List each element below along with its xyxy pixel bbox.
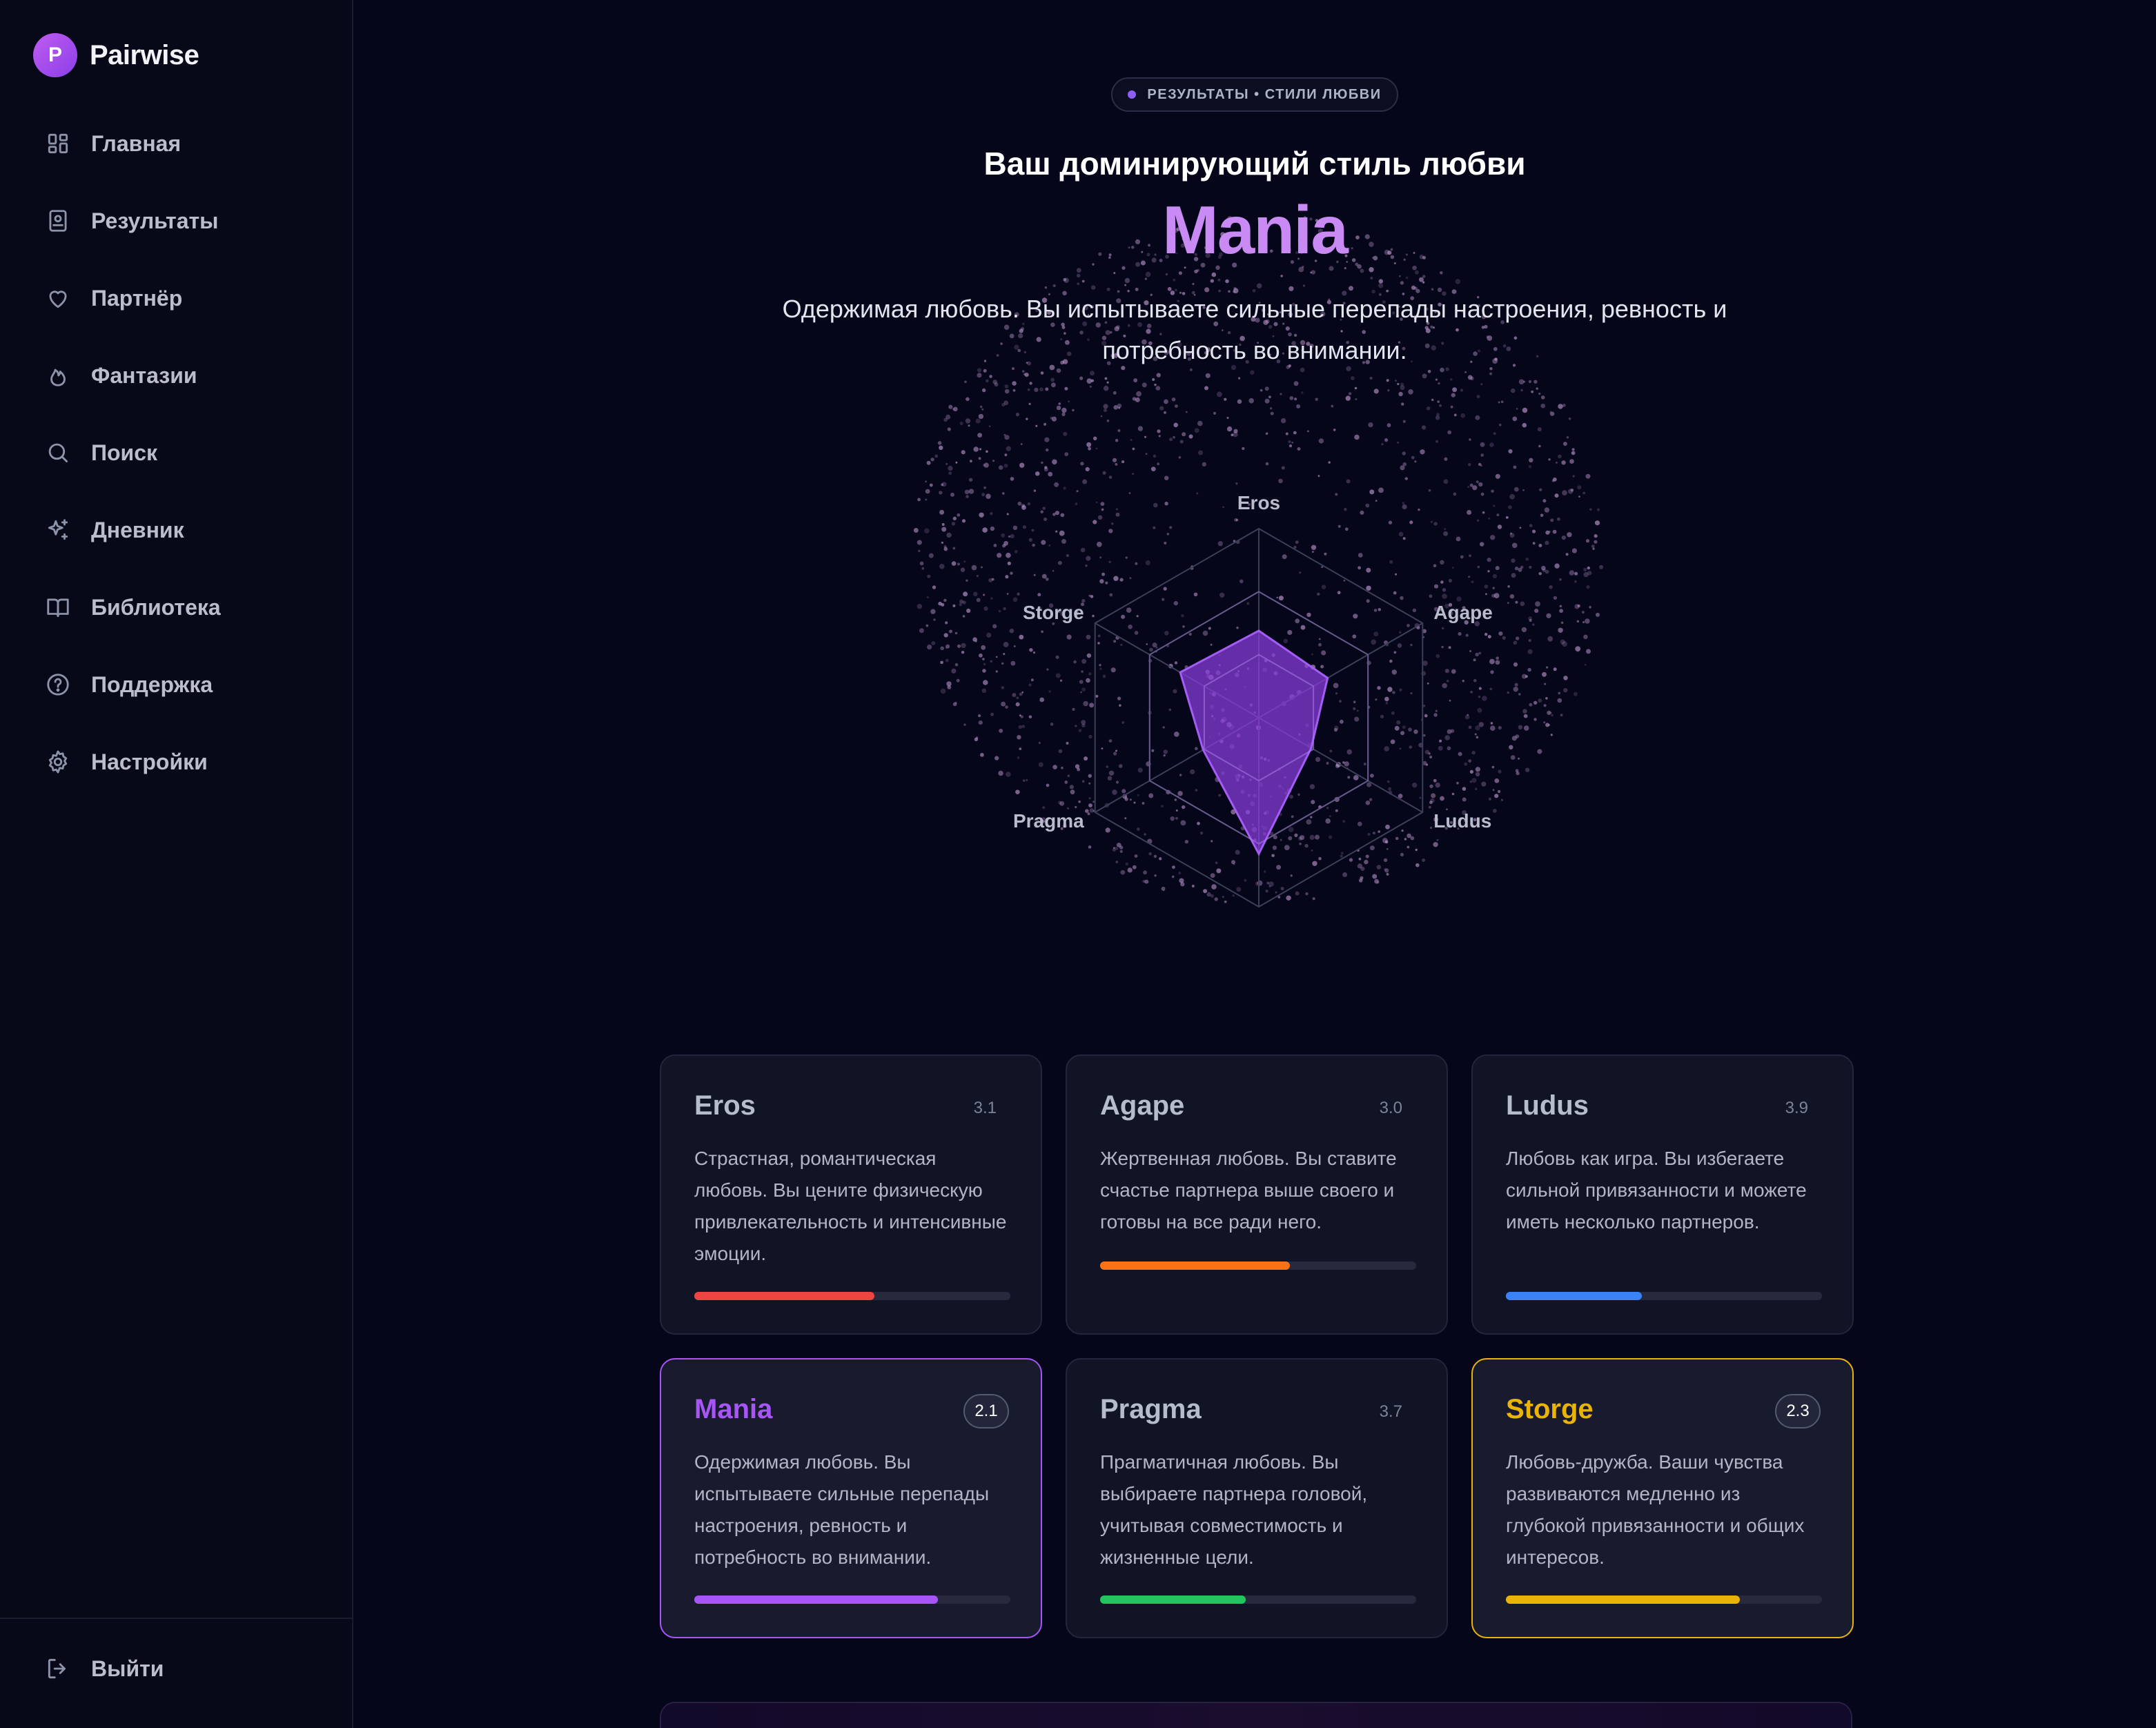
sidebar-item-label: Дневник (91, 517, 184, 542)
sidebar-item-label: Результаты (91, 208, 219, 233)
sidebar-item-1[interactable]: Главная (0, 105, 352, 182)
card-title: Storge (1506, 1394, 1594, 1424)
sidebar-item-3[interactable]: Партнёр (0, 259, 352, 337)
score-bar-fill (1100, 1261, 1290, 1270)
score-bar (694, 1596, 1010, 1604)
sidebar-item-label: Главная (91, 130, 182, 156)
logout-label: Выйти (91, 1656, 164, 1681)
sparkles-icon (44, 516, 72, 544)
sidebar-item-5[interactable]: Поиск (0, 414, 352, 491)
sidebar-item-label: Фантазии (91, 362, 197, 388)
card-description: Любовь-дружба. Ваши чувства развиваются … (1506, 1451, 1805, 1568)
card-title: Pragma (1100, 1394, 1202, 1424)
sidebar-nav: Главная Результаты Партнёр Фантазии Поиск Дне… (0, 105, 352, 801)
score-bar-fill (694, 1292, 875, 1300)
book-icon (44, 593, 72, 621)
section-pill: РЕЗУЛЬТАТЫ • СТИЛИ ЛЮБВИ (1111, 77, 1398, 112)
score-bar-fill (1100, 1596, 1246, 1604)
logout-button[interactable]: Выйти (44, 1655, 164, 1682)
sidebar-item-8[interactable]: Поддержка (0, 646, 352, 723)
pill-dot (1128, 90, 1137, 99)
card-title: Agape (1100, 1090, 1185, 1121)
style-card-mania[interactable]: Mania 2.1 Одержимая любовь. Вы испытываете… (660, 1358, 1042, 1638)
sidebar-item-label: Настройки (91, 749, 208, 774)
card-description: Прагматичная любовь. Вы выбираете партне… (1100, 1451, 1368, 1568)
brand[interactable]: P Pairwise (33, 33, 199, 77)
sidebar-item-9[interactable]: Настройки (0, 723, 352, 801)
card-score: 2.3 (1775, 1394, 1821, 1428)
score-bar-fill (1506, 1596, 1740, 1604)
grid-icon (44, 130, 72, 157)
card-description: Страстная, романтическая любовь. Вы цени… (694, 1148, 1007, 1264)
report-icon (44, 207, 72, 235)
sidebar-item-2[interactable]: Результаты (0, 182, 352, 259)
sidebar-item-label: Поддержка (91, 671, 213, 697)
radar-axis-label: Eros (1237, 492, 1280, 513)
heart-icon (44, 284, 72, 312)
score-bar (1100, 1261, 1416, 1270)
score-bar (1506, 1596, 1822, 1604)
style-card-agape[interactable]: Agape 3.0 Жертвенная любовь. Вы ставите сч… (1066, 1054, 1448, 1335)
sidebar-item-label: Партнёр (91, 285, 183, 311)
card-score: 3.7 (1379, 1402, 1402, 1421)
score-bar (694, 1292, 1010, 1300)
radar-axis-label: Ludus (1433, 810, 1491, 832)
brand-logo: P (33, 33, 77, 77)
card-description: Любовь как игра. Вы избегаете сильной пр… (1506, 1148, 1807, 1233)
radar-shape (1179, 629, 1329, 856)
sidebar-item-6[interactable]: Дневник (0, 491, 352, 569)
sidebar-item-4[interactable]: Фантазии (0, 337, 352, 414)
pill-text: РЕЗУЛЬТАТЫ • СТИЛИ ЛЮБВИ (1147, 86, 1382, 102)
logout-icon (44, 1655, 72, 1682)
radar-axis-label: Agape (1433, 602, 1493, 623)
bottom-panel (660, 1702, 1852, 1728)
help-circle-icon (44, 671, 72, 698)
card-score: 3.0 (1379, 1099, 1402, 1117)
style-card-eros[interactable]: Eros 3.1 Страстная, романтическая любовь. … (660, 1054, 1042, 1335)
card-score: 3.9 (1785, 1099, 1808, 1117)
score-bar (1100, 1596, 1416, 1604)
hero-description: Одержимая любовь. Вы испытываете сильные… (782, 295, 1727, 364)
card-title: Ludus (1506, 1090, 1589, 1121)
radar-axis-label: Pragma (1013, 810, 1084, 832)
radar-axis-label: Storge (1023, 602, 1084, 623)
gear-icon (44, 748, 72, 776)
style-card-storge[interactable]: Storge 2.3 Любовь-дружба. Ваши чувства раз… (1471, 1358, 1854, 1638)
sidebar-item-label: Библиотека (91, 594, 221, 620)
card-score: 3.1 (973, 1099, 997, 1117)
flame-icon (44, 362, 72, 389)
sidebar-item-7[interactable]: Библиотека (0, 569, 352, 646)
search-icon (44, 439, 72, 467)
score-bar (1506, 1292, 1822, 1300)
score-bar-fill (694, 1596, 938, 1604)
card-score: 2.1 (963, 1394, 1009, 1428)
score-bar-fill (1506, 1292, 1642, 1300)
brand-name: Pairwise (90, 39, 199, 70)
sidebar-item-label: Поиск (91, 440, 158, 465)
card-title: Mania (694, 1394, 773, 1424)
card-description: Жертвенная любовь. Вы ставите счастье па… (1100, 1148, 1397, 1233)
card-description: Одержимая любовь. Вы испытываете сильные… (694, 1451, 990, 1568)
sidebar-divider (0, 1618, 352, 1619)
sidebar: P Pairwise Главная Результаты Партнёр Фанта… (0, 0, 353, 1728)
dominant-style: Mania (1162, 192, 1349, 268)
card-title: Eros (694, 1090, 756, 1121)
style-card-ludus[interactable]: Ludus 3.9 Любовь как игра. Вы избегаете си… (1471, 1054, 1854, 1335)
hero-title: Ваш доминирующий стиль любви (983, 146, 1526, 181)
style-card-pragma[interactable]: Pragma 3.7 Прагматичная любовь. Вы выбирае… (1066, 1358, 1448, 1638)
